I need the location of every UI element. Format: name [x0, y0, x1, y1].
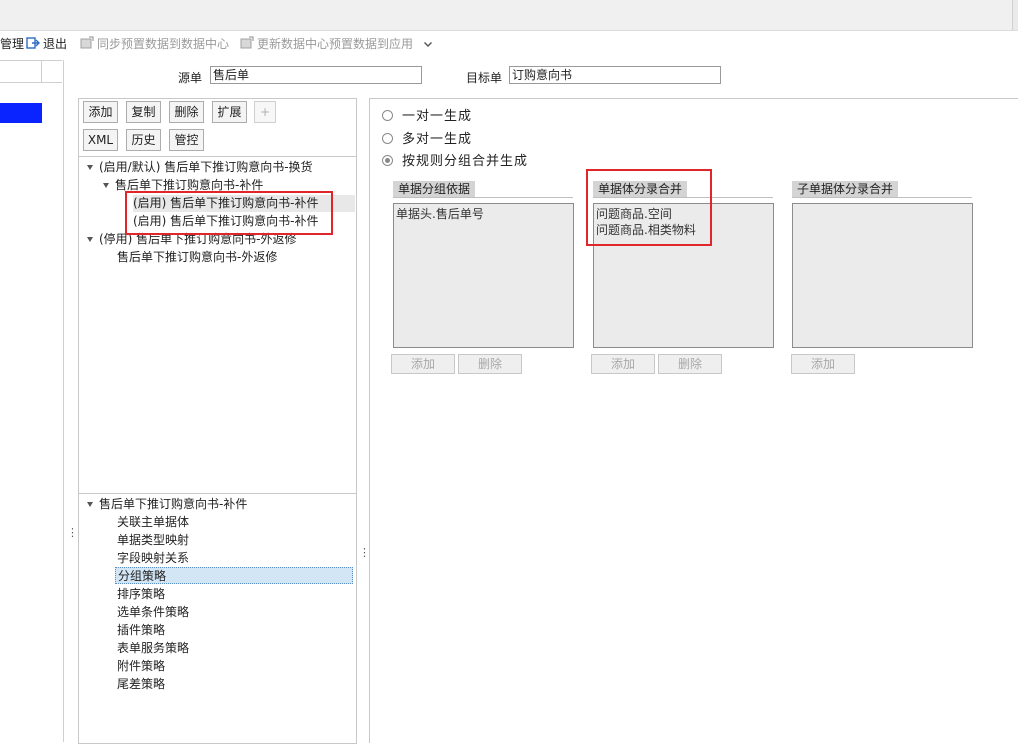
strategy-root-node[interactable]: 售后单下推订购意向书-补件 — [87, 496, 247, 513]
bill-group-listbox[interactable]: 单据头.售后单号 — [393, 203, 574, 348]
left-splitter-grip[interactable]: ⋮ — [67, 527, 78, 538]
left-strip-selected-row[interactable] — [0, 103, 42, 123]
grouping-strategy-panel: 一对一生成 多对一生成 按规则分组合并生成 单据分组依据 单据头.售后单号 添加… — [369, 98, 1018, 743]
update-preset-label: 更新数据中心预置数据到应用 — [257, 37, 414, 51]
exit-icon — [26, 37, 40, 49]
entry-merge-delete-button[interactable]: 删除 — [658, 354, 722, 374]
toolbar: 管理 退出 同步预置数据到数据中心 更新数据中心预置数据到应用 — [0, 31, 1018, 57]
tree-node-group1[interactable]: (启用/默认) 售后单下推订购意向书-换货 — [87, 159, 313, 176]
bill-group-delete-button[interactable]: 删除 — [458, 354, 522, 374]
strategy-item[interactable]: 字段映射关系 — [117, 550, 189, 567]
xml-button[interactable]: XML — [83, 129, 118, 151]
chevron-down-icon — [424, 42, 432, 47]
source-bill-field[interactable] — [210, 66, 422, 84]
history-button[interactable]: 历史 — [126, 129, 161, 151]
sub-entry-merge-header: 子单据体分录合并 — [792, 181, 899, 197]
more-dropdown[interactable] — [423, 36, 433, 52]
strategy-item[interactable]: 单据类型映射 — [117, 532, 189, 549]
sub-entry-merge-underline — [792, 197, 972, 198]
add-button[interactable]: 添加 — [83, 101, 118, 123]
rule-tree-panel: (启用/默认) 售后单下推订购意向书-换货 售后单下推订购意向书-补件 (启用)… — [78, 156, 357, 494]
radio-one-to-one[interactable]: 一对一生成 — [382, 108, 472, 126]
radio-group-merge[interactable]: 按规则分组合并生成 — [382, 153, 528, 171]
strategy-item[interactable]: 排序策略 — [117, 586, 165, 603]
bill-group-add-button[interactable]: 添加 — [391, 354, 455, 374]
bill-group-header: 单据分组依据 — [393, 181, 476, 197]
strategy-item[interactable]: 附件策略 — [117, 658, 165, 675]
entry-merge-add-button[interactable]: 添加 — [591, 354, 655, 374]
sync-upload-icon — [80, 36, 94, 49]
tree-node-group2-child[interactable]: 售后单下推订购意向书-外返修 — [117, 249, 277, 266]
radio-checked-icon — [382, 155, 393, 166]
window-edge — [1012, 0, 1018, 30]
expand-triangle-icon — [103, 183, 109, 188]
update-download-icon — [240, 36, 254, 49]
sync-preset-button[interactable]: 同步预置数据到数据中心 — [80, 36, 229, 52]
update-preset-button[interactable]: 更新数据中心预置数据到应用 — [240, 36, 413, 52]
strategy-item[interactable]: 表单服务策略 — [117, 640, 189, 657]
radio-circle-icon — [382, 110, 393, 121]
target-bill-label: 目标单 — [466, 71, 503, 85]
left-navigation-strip — [0, 60, 64, 742]
plus-button[interactable]: + — [254, 101, 276, 123]
expand-triangle-icon — [87, 165, 93, 170]
extend-button[interactable]: 扩展 — [212, 101, 247, 123]
strategy-item-selected[interactable]: 分组策略 — [115, 567, 353, 584]
source-bill-label: 源单 — [178, 71, 203, 85]
strategy-item[interactable]: 选单条件策略 — [117, 604, 189, 621]
rule-action-panel: 添加 复制 删除 扩展 + XML 历史 管控 — [78, 98, 357, 157]
radio-many-to-one[interactable]: 多对一生成 — [382, 131, 472, 149]
manage-menu-item[interactable]: 管理 — [0, 36, 24, 52]
expand-triangle-icon — [87, 502, 93, 507]
strategy-item[interactable]: 尾差策略 — [117, 676, 165, 693]
annotation-red-box-rules — [125, 191, 333, 235]
sync-preset-label: 同步预置数据到数据中心 — [97, 37, 230, 51]
annotation-red-box-merge — [586, 169, 712, 246]
radio-circle-icon — [382, 133, 393, 144]
left-strip-header-divider — [41, 61, 42, 82]
strategy-tree-panel: 售后单下推订购意向书-补件 关联主单据体 单据类型映射 字段映射关系 分组策略 … — [78, 493, 357, 744]
strategy-item[interactable]: 关联主单据体 — [117, 514, 189, 531]
exit-button[interactable]: 退出 — [26, 36, 67, 52]
left-strip-header — [0, 60, 62, 83]
list-item[interactable]: 单据头.售后单号 — [396, 206, 484, 222]
bill-group-underline — [393, 197, 573, 198]
strategy-item[interactable]: 插件策略 — [117, 622, 165, 639]
control-button[interactable]: 管控 — [169, 129, 204, 151]
sub-entry-merge-add-button[interactable]: 添加 — [791, 354, 855, 374]
window-title-bar — [0, 0, 1018, 31]
expand-triangle-icon — [87, 237, 93, 242]
sub-entry-merge-listbox[interactable] — [792, 203, 973, 348]
exit-label: 退出 — [43, 37, 68, 51]
copy-button[interactable]: 复制 — [126, 101, 161, 123]
middle-splitter-grip[interactable]: ⋮ — [359, 547, 370, 558]
target-bill-field[interactable] — [509, 66, 721, 84]
delete-button[interactable]: 删除 — [169, 101, 204, 123]
